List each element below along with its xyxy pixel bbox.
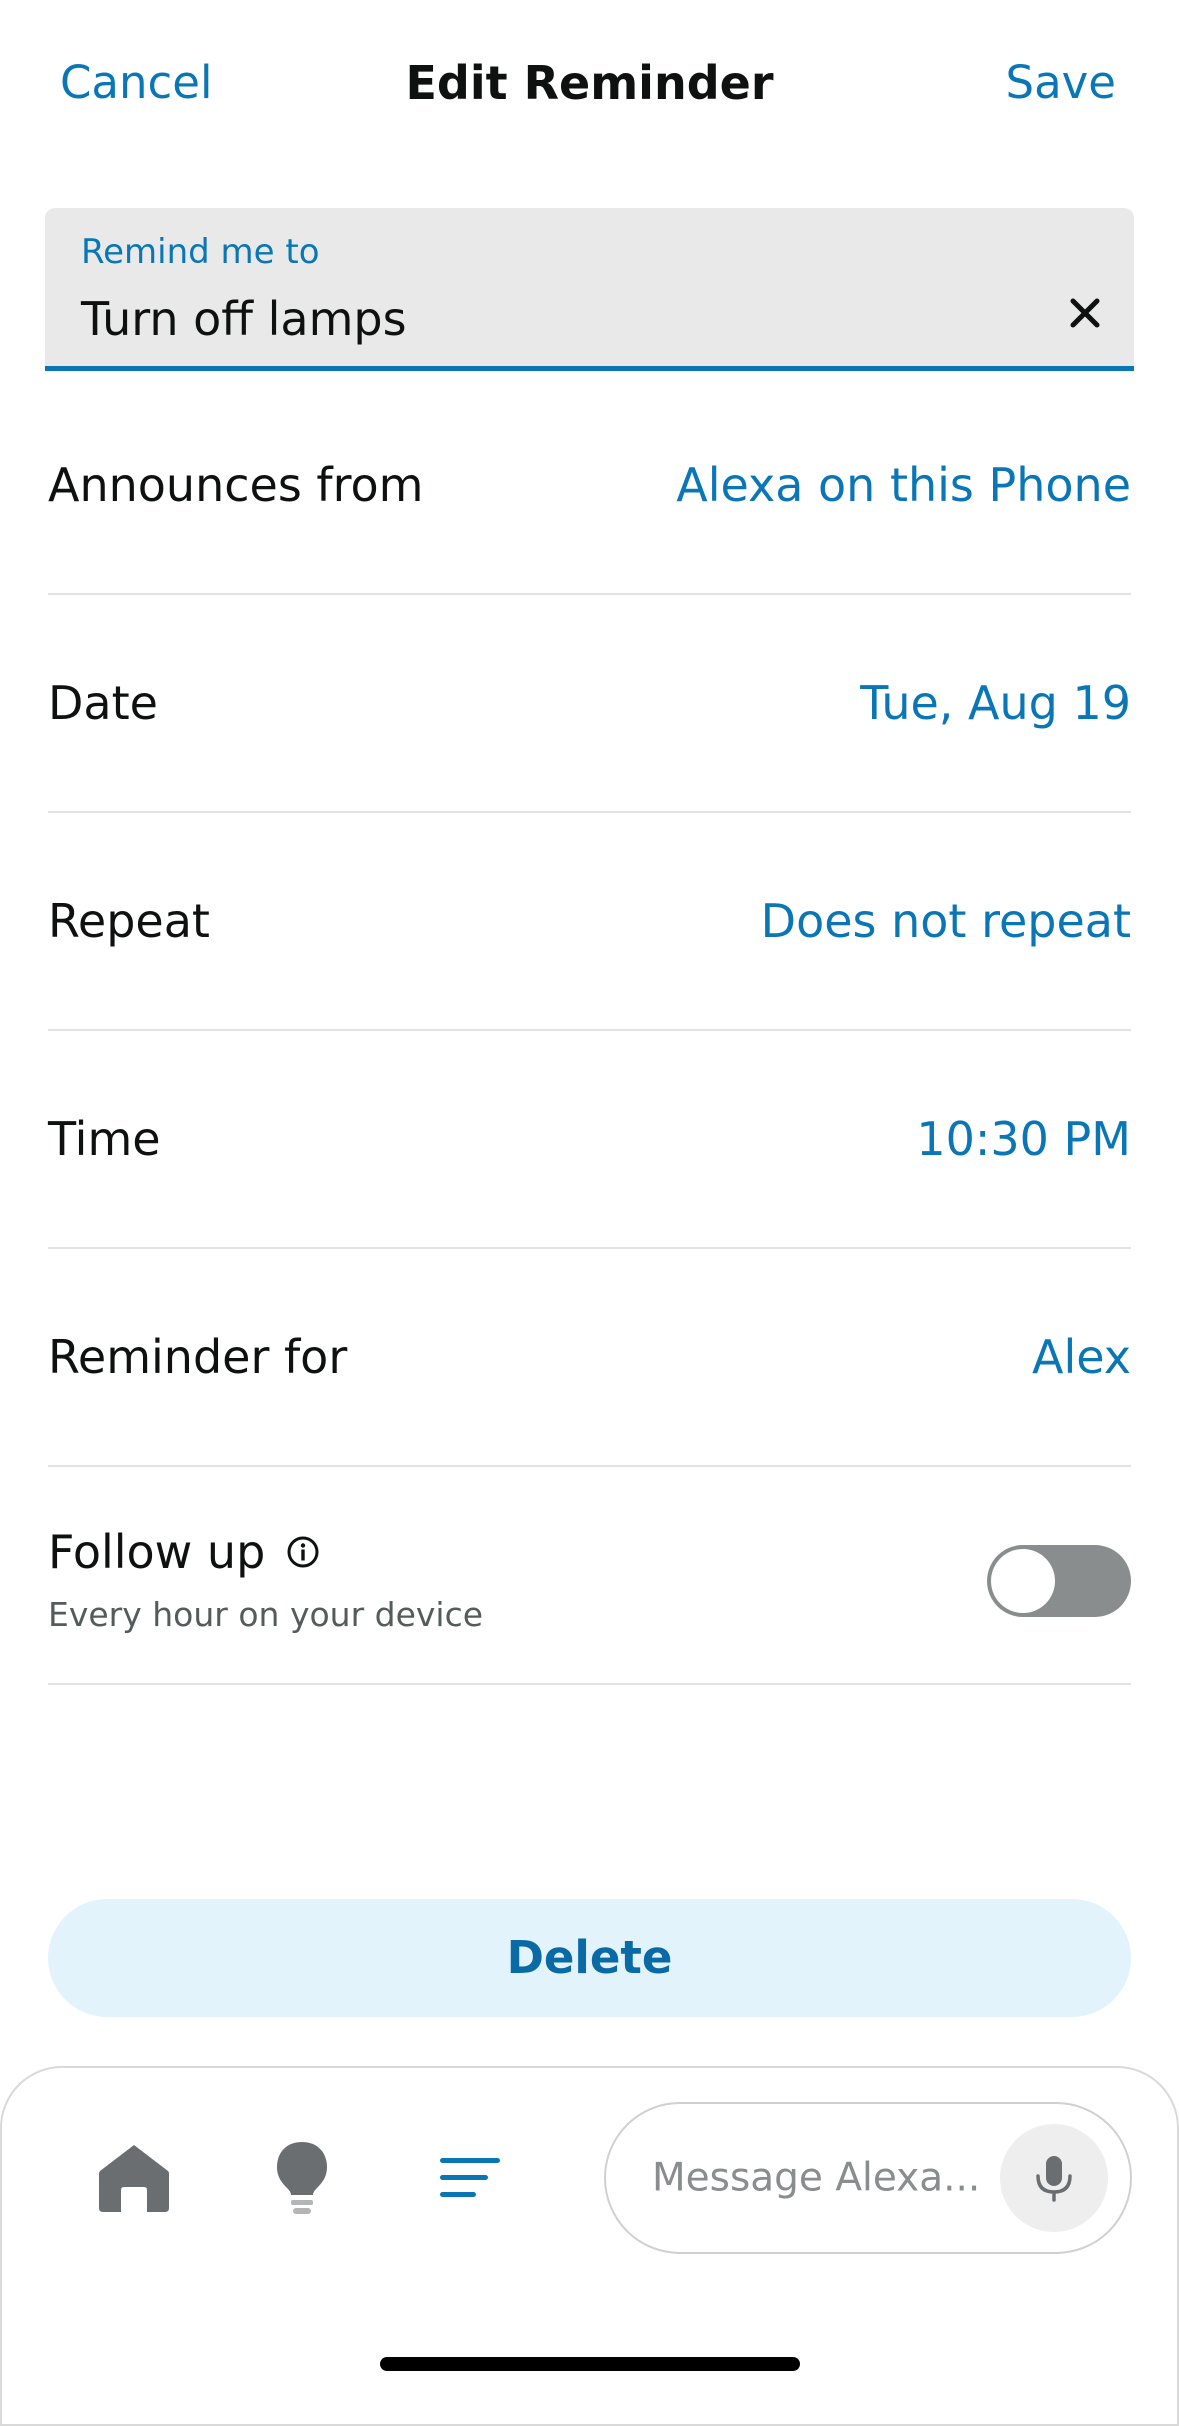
follow-up-label: Follow up (48, 1525, 266, 1579)
row-reminder-for[interactable]: Reminder for Alex (48, 1249, 1131, 1467)
toggle-knob (991, 1549, 1055, 1613)
menu-lines-icon[interactable] (430, 2138, 510, 2218)
home-indicator (380, 2357, 800, 2371)
date-value[interactable]: Tue, Aug 19 (860, 676, 1131, 730)
follow-up-toggle[interactable] (987, 1545, 1131, 1617)
close-icon[interactable] (1060, 288, 1110, 338)
message-alexa-input[interactable]: Message Alexa... (604, 2102, 1132, 2254)
reminder-for-value[interactable]: Alex (1032, 1330, 1131, 1384)
message-placeholder: Message Alexa... (652, 2155, 981, 2201)
time-label: Time (48, 1112, 161, 1166)
remind-me-label: Remind me to (81, 232, 320, 272)
save-button[interactable]: Save (1006, 56, 1116, 109)
page-title: Edit Reminder (405, 56, 774, 110)
delete-button[interactable]: Delete (48, 1899, 1131, 2017)
row-repeat[interactable]: Repeat Does not repeat (48, 813, 1131, 1031)
bottom-nav-bar: Message Alexa... (0, 2066, 1179, 2426)
home-icon[interactable] (94, 2138, 174, 2218)
repeat-label: Repeat (48, 894, 210, 948)
row-time[interactable]: Time 10:30 PM (48, 1031, 1131, 1249)
row-announces-from[interactable]: Announces from Alexa on this Phone (48, 377, 1131, 595)
reminder-for-label: Reminder for (48, 1330, 348, 1384)
row-follow-up: Follow up Every hour on your device (48, 1467, 1131, 1685)
remind-me-input[interactable]: Remind me to Turn off lamps (45, 208, 1134, 371)
announces-from-value[interactable]: Alexa on this Phone (676, 458, 1131, 512)
time-value[interactable]: 10:30 PM (916, 1112, 1131, 1166)
microphone-icon (1036, 2156, 1072, 2202)
repeat-value[interactable]: Does not repeat (761, 894, 1131, 948)
follow-up-subtitle: Every hour on your device (48, 1595, 484, 1634)
row-date[interactable]: Date Tue, Aug 19 (48, 595, 1131, 813)
header: Cancel Edit Reminder Save (0, 0, 1179, 170)
announces-from-label: Announces from (48, 458, 424, 512)
microphone-button[interactable] (1000, 2124, 1108, 2232)
info-icon[interactable] (286, 1535, 320, 1569)
remind-me-value[interactable]: Turn off lamps (81, 292, 407, 346)
date-label: Date (48, 676, 158, 730)
lightbulb-icon[interactable] (262, 2138, 342, 2218)
